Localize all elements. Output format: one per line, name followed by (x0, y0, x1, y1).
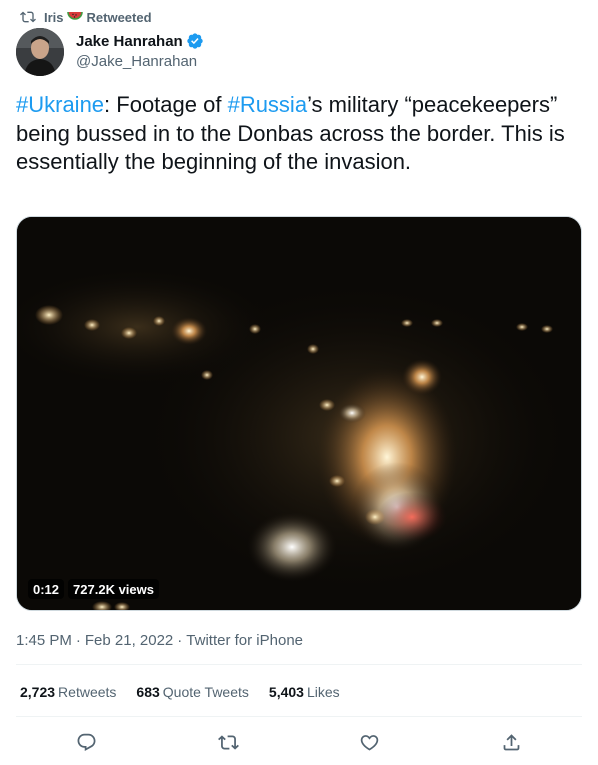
likes-stat[interactable]: 5,403 Likes (269, 684, 340, 700)
quote-tweets-label: Quote Tweets (162, 684, 249, 700)
likes-count: 5,403 (268, 684, 304, 700)
video-player[interactable] (16, 216, 582, 611)
video-views: 727.2K views (68, 579, 159, 599)
author-handle[interactable]: @Jake_Hanrahan (76, 53, 204, 73)
meta-separator: · (177, 631, 183, 649)
tweet-stats: 2,723 Retweets 683 Quote Tweets 5,403 Likes (20, 682, 360, 702)
author-block[interactable]: Jake Hanrahan @Jake_Hanrahan (76, 31, 204, 73)
divider (16, 664, 582, 665)
divider (16, 716, 582, 717)
reply-button[interactable] (69, 724, 105, 760)
reply-icon (77, 733, 96, 751)
retweet-button[interactable] (210, 724, 246, 760)
like-icon (360, 734, 379, 751)
share-button[interactable] (493, 724, 529, 760)
tweet-time[interactable]: 1:45 PM (16, 632, 72, 649)
tweet-text: #Ukraine: Footage of #Russia’s military … (16, 91, 582, 177)
retweet-icon (20, 11, 36, 23)
verified-badge-icon (187, 33, 203, 49)
video-duration: 0:12 (28, 579, 65, 599)
avatar[interactable] (16, 28, 64, 76)
retweet-header: Iris Retweeted (20, 9, 152, 25)
quote-tweets-count: 683 (136, 684, 160, 700)
retweeter-name[interactable]: Iris (44, 10, 64, 25)
retweeted-label: Retweeted (86, 9, 152, 25)
tweet-meta: 1:45 PM · Feb 21, 2022 · Twitter for iPh… (16, 630, 303, 650)
retweets-label: Retweets (58, 684, 117, 700)
retweet-icon (217, 734, 239, 750)
retweets-count: 2,723 (20, 684, 56, 700)
action-bar (16, 720, 582, 764)
meta-separator: · (75, 631, 81, 649)
watermelon-icon (66, 11, 83, 20)
author-name[interactable]: Jake Hanrahan (76, 33, 183, 50)
tweet-source[interactable]: Twitter for iPhone (186, 632, 303, 649)
like-button[interactable] (352, 724, 388, 760)
video-badges: 0:12 727.2K views (28, 579, 159, 599)
quote-tweets-stat[interactable]: 683 Quote Tweets (136, 684, 249, 700)
tweet-text-part: : Footage of (104, 92, 228, 117)
tweet-date[interactable]: Feb 21, 2022 (85, 632, 173, 649)
share-icon (503, 733, 520, 750)
video-frame (17, 217, 581, 610)
hashtag-ukraine[interactable]: #Ukraine (16, 92, 104, 117)
hashtag-russia[interactable]: #Russia (228, 92, 307, 117)
retweets-stat[interactable]: 2,723 Retweets (20, 684, 116, 700)
likes-label: Likes (306, 684, 340, 700)
